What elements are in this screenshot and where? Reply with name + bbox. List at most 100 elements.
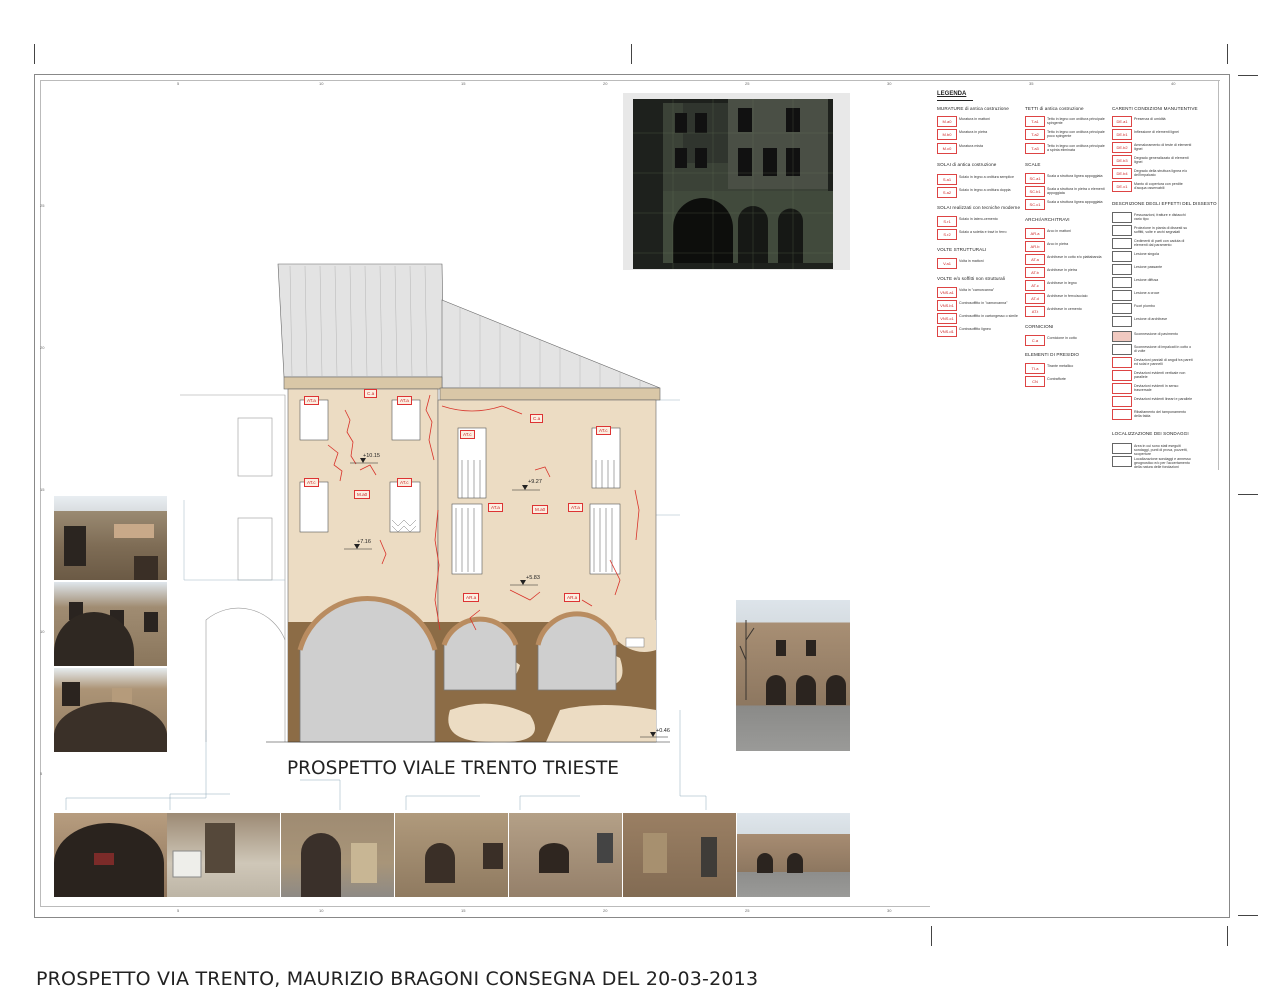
- legend-code: DE.b1: [1112, 129, 1132, 140]
- ruler-bottom-label: 25: [745, 908, 750, 913]
- level-label: +10.15: [363, 453, 380, 459]
- legend-label: Solaio in legno a orditura semplice: [959, 175, 1014, 179]
- legend-heading: CARENTI CONDIZIONI MANUTENTIVE: [1112, 106, 1198, 111]
- legend-code: S.r1: [937, 216, 957, 227]
- ruler-top-label: 5: [177, 81, 180, 86]
- crop-mark: [1238, 915, 1258, 916]
- legend-code: VNS.c1: [937, 313, 957, 324]
- legend-code: M.a0: [937, 116, 957, 127]
- legend-heading: SOLAI realizzati con tecniche moderne: [937, 205, 1021, 210]
- detail-photo: [395, 813, 508, 897]
- legend-label: Controsoffitto in "camorcanna": [959, 301, 1008, 305]
- legend-label: Degrado della struttura lignea e/o dell'…: [1134, 169, 1188, 177]
- legend-code: VNS.d1: [937, 326, 957, 337]
- ruler-bottom-label: 5: [177, 908, 180, 913]
- legend-code: AR.a: [1025, 228, 1045, 239]
- legend-code: AT.a: [1025, 254, 1045, 265]
- ruler-top-label: 20: [603, 81, 608, 86]
- crop-mark: [1238, 494, 1258, 495]
- ruler-bottom-label: 15: [461, 908, 466, 913]
- element-tag: AT.a: [397, 396, 412, 405]
- legend-code: AR.b: [1025, 241, 1045, 252]
- ruler-left-label: 15: [40, 487, 45, 492]
- legend-code: T.a1: [1025, 116, 1045, 127]
- element-tag: M.a0: [354, 490, 371, 499]
- detail-photo: [281, 813, 394, 897]
- survey-area-icon: [1112, 443, 1132, 454]
- overturning-icon: [1112, 409, 1132, 420]
- legend-code: AT.c: [1025, 280, 1045, 291]
- element-tag: AT.a: [304, 396, 319, 405]
- legend-label: Tirante metallico: [1047, 364, 1074, 368]
- legend-label: Muratura in mattoni: [959, 117, 990, 121]
- ruler-left-label: 5: [40, 771, 43, 776]
- legend-label: Manto di copertura con perdite d'acqua o…: [1134, 182, 1183, 190]
- legend-code: SC.a1: [1025, 173, 1045, 184]
- element-tag: AT.a: [488, 503, 503, 512]
- legend-label: Scala a struttura in pietra o elementi a…: [1047, 187, 1105, 195]
- legend-heading: CORNICIONI: [1025, 324, 1054, 329]
- crop-mark: [1227, 44, 1228, 64]
- collapse-symbol-icon: [1112, 238, 1132, 249]
- legend-label: Arco in pietra: [1047, 242, 1069, 246]
- legend-label: Muratura in pietra: [959, 130, 988, 134]
- legend-code: AT.d: [1025, 293, 1045, 304]
- legend-title: LEGENDA: [937, 91, 967, 97]
- legend-label: Deviazioni evidenti verticale non parall…: [1134, 371, 1186, 379]
- legend-code: V.a1: [937, 258, 957, 269]
- legend-code: DE.b2: [1112, 142, 1132, 153]
- legend-code: AT.b: [1025, 267, 1045, 278]
- ruler-bottom-label: 30: [887, 908, 892, 913]
- leader-lines: [65, 710, 707, 810]
- legend-heading: SOLAI di antica costruzione: [937, 162, 997, 167]
- ruler-top-label: 30: [887, 81, 892, 86]
- crop-mark: [1238, 75, 1258, 76]
- legend-code: T.a2: [1025, 129, 1045, 140]
- legend-label: Scala a struttura lignea appoggiata: [1047, 200, 1103, 204]
- legend-label: Fuori piombo: [1134, 304, 1155, 308]
- legend-label: Lesione di architrave: [1134, 317, 1168, 321]
- detail-photo: [167, 813, 280, 897]
- detail-photo: [54, 813, 167, 897]
- legend-label: Inflessione di elementi lignei: [1134, 130, 1179, 134]
- legend-label: Architrave in pietra: [1047, 268, 1077, 272]
- legend-heading: TETTI di antica costruzione: [1025, 106, 1084, 111]
- point-cloud-scan-image: [623, 93, 850, 270]
- legend-code: DE.b3: [1112, 155, 1132, 166]
- legend-heading: ARCHI/ARCHITRAVI: [1025, 217, 1070, 222]
- level-label: +9.27: [528, 479, 542, 485]
- legend-code: SC.c1: [1025, 199, 1045, 210]
- legend-label: Lesione diffusa: [1134, 278, 1159, 282]
- legend-panel: LEGENDA MURATURE di antica costruzione M…: [934, 88, 1224, 469]
- legend-code: DE.c1: [1112, 181, 1132, 192]
- crack-symbol-icon: [1112, 212, 1132, 223]
- legend-label: Lesione a croce: [1134, 291, 1160, 295]
- legend-heading: VOLTE STRUTTURALI: [937, 247, 987, 252]
- legend-label: Controsoffitto ligneo: [959, 327, 991, 331]
- legend-label: Solaio a soletta e travi in ferro: [959, 230, 1007, 234]
- ruler-top-label: 35: [1029, 81, 1034, 86]
- legend-label: Volta in "camorcanna": [959, 288, 995, 292]
- legend-label: Lesione passante: [1134, 265, 1163, 269]
- legend-label: Solaio in latero-cemento: [959, 217, 998, 221]
- legend-code: M.b0: [937, 129, 957, 140]
- legend-label: Contrafforte: [1047, 377, 1066, 381]
- ruler-bottom-label: 10: [319, 908, 324, 913]
- element-tag: M.a0: [532, 505, 549, 514]
- legend-code: TI.a: [1025, 363, 1045, 374]
- legend-heading: ELEMENTI DI PRESIDIO: [1025, 352, 1080, 357]
- ruler-top-label: 25: [745, 81, 750, 86]
- legend-label: Controsoffitto in cartongesso o simile: [959, 314, 1018, 318]
- legend-label: Solaio in legno a orditura doppia: [959, 188, 1011, 192]
- detail-photo: [509, 813, 622, 897]
- element-tag: AT.c: [397, 478, 412, 487]
- slab-disconnection-icon: [1112, 344, 1132, 355]
- projection-symbol-icon: [1112, 225, 1132, 236]
- detail-photo: [623, 813, 736, 897]
- facade-photo: [54, 496, 167, 580]
- parallel-deviation-icon: [1112, 396, 1132, 407]
- ruler-line-bottom: [40, 906, 930, 907]
- legend-title-underline: [937, 100, 973, 101]
- detail-photo: [737, 813, 850, 897]
- legend-label: Tetto in legno con orditura principale s…: [1047, 117, 1105, 125]
